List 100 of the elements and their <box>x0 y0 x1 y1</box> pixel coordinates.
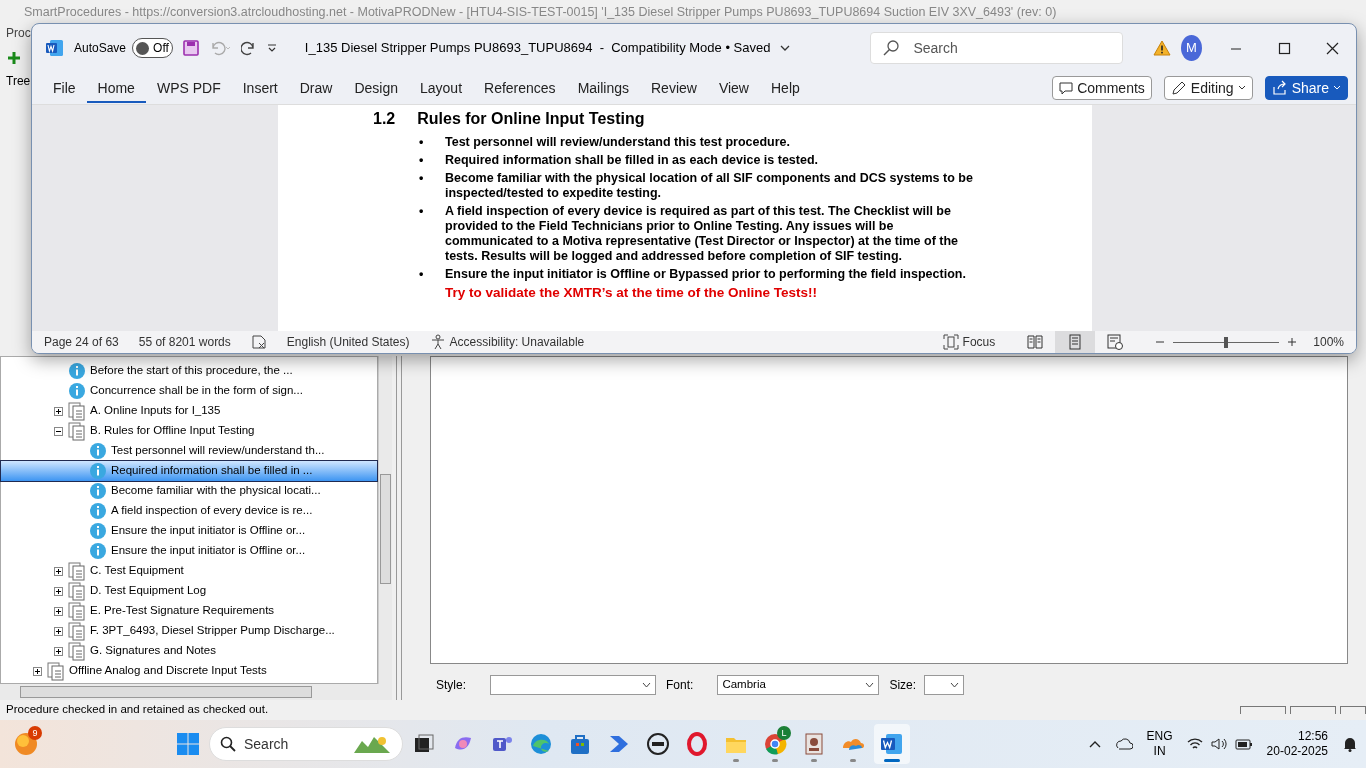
tree-item[interactable]: Test personnel will review/understand th... <box>1 441 377 461</box>
expander-icon[interactable] <box>53 606 63 616</box>
clock-time[interactable]: 12:56 <box>1297 729 1328 744</box>
tree-item[interactable]: Before the start of this procedure, the ... <box>1 361 377 381</box>
wave-circle-icon[interactable] <box>529 732 553 756</box>
add-icon[interactable] <box>8 52 20 64</box>
tree-item[interactable]: Become familiar with the physical locati... <box>1 481 377 501</box>
zoom-in-icon[interactable] <box>1287 337 1298 347</box>
tree-item[interactable]: Offline Analog and Discrete Input Tests <box>1 661 377 681</box>
expander-icon[interactable] <box>53 426 63 436</box>
window-title: SmartProcedures - https://conversion3.atrcloudhosting.net - MotivaPRODNew - [HTU4-SIS-TEST-0015] 'I_135 Diesel Stripper Pumps PU8693_TUPU8694 Suction EIV 3XV_6493' (rev: 0) <box>24 4 1057 21</box>
word-logo-icon[interactable] <box>46 39 64 57</box>
font-dropdown[interactable]: Cambria <box>717 675 880 695</box>
input-language[interactable]: ENG <box>1146 729 1173 744</box>
ribbon-tab[interactable]: File <box>42 73 87 103</box>
note-text: Try to validate the XMTR’s at the time of the Online Tests!! <box>445 285 818 300</box>
expander-icon[interactable] <box>53 566 63 576</box>
language[interactable]: English (United States) <box>286 333 410 351</box>
document-icon <box>68 621 86 641</box>
speaker-icon[interactable] <box>1210 737 1227 751</box>
close-icon[interactable] <box>1324 40 1340 56</box>
maximize-icon[interactable] <box>1276 40 1292 56</box>
bag-icon[interactable] <box>568 732 592 756</box>
focus-icon[interactable] <box>942 334 959 350</box>
zoom-level[interactable]: 100% <box>1313 333 1344 351</box>
expander-icon[interactable] <box>32 666 42 676</box>
colored-circle-icon[interactable] <box>763 732 787 756</box>
ribbon-tab[interactable]: Design <box>343 73 409 103</box>
bullet-marker: • <box>419 267 425 282</box>
ribbon-tab[interactable]: Mailings <box>566 73 640 103</box>
ribbon-tab[interactable]: Draw <box>288 73 344 103</box>
accessibility-icon[interactable] <box>429 334 446 350</box>
wifi-icon[interactable] <box>1186 737 1203 751</box>
style-dropdown[interactable] <box>490 675 656 695</box>
save-icon[interactable] <box>182 40 199 56</box>
ribbon-tab[interactable]: Review <box>640 73 708 103</box>
chevron-up-icon[interactable] <box>1088 740 1101 748</box>
menu-item[interactable]: Proc <box>6 26 31 40</box>
tree-item[interactable]: D. Test Equipment Log <box>1 581 377 601</box>
ribbon-tab[interactable]: References <box>473 73 567 103</box>
ring-icon[interactable] <box>685 732 709 756</box>
info-icon <box>89 482 107 500</box>
search-field[interactable]: Search <box>209 727 403 761</box>
tree-item[interactable]: E. Pre-Test Signature Requirements <box>1 601 377 621</box>
proofing-icon[interactable] <box>250 334 267 350</box>
ribbon-tab[interactable]: Home <box>86 73 146 103</box>
ribbon-tab[interactable]: Insert <box>231 73 289 103</box>
warning-icon[interactable] <box>1152 40 1171 56</box>
running-indicator <box>733 759 739 762</box>
id-card-icon[interactable] <box>802 732 826 756</box>
comment-icon <box>1059 81 1074 95</box>
expander-icon[interactable] <box>53 586 63 596</box>
battery-icon[interactable] <box>1234 737 1253 751</box>
notification-badge: L <box>777 726 791 740</box>
redo-icon[interactable] <box>240 40 257 56</box>
accessibility-status[interactable]: Accessibility: Unavailable <box>449 333 585 351</box>
tree-item[interactable]: F. 3PT_6493, Diesel Stripper Pump Discharge... <box>1 621 377 641</box>
expander-icon[interactable] <box>53 626 63 636</box>
tree-item[interactable]: G. Signatures and Notes <box>1 641 377 661</box>
notification-bell-icon[interactable] <box>1342 736 1358 752</box>
ribbon-tab[interactable]: View <box>707 73 760 103</box>
vertical-scrollbar[interactable] <box>378 356 392 684</box>
word-logo-icon[interactable] <box>880 732 904 756</box>
ribbon-tab[interactable]: WPS PDF <box>145 73 232 103</box>
tree-item[interactable]: Ensure the input initiator is Offline or... <box>1 541 377 561</box>
caret-icon <box>865 682 875 688</box>
expander-icon[interactable] <box>53 406 63 416</box>
search-field[interactable]: Search <box>870 32 1123 64</box>
autosave-toggle[interactable]: Off <box>132 38 173 58</box>
word-count[interactable]: 55 of 8201 words <box>138 333 231 351</box>
expander-icon[interactable] <box>53 646 63 656</box>
circle-logo-icon[interactable] <box>646 732 670 756</box>
ribbon-tab[interactable]: Layout <box>409 73 474 103</box>
input-region[interactable]: IN <box>1153 744 1166 759</box>
tree-item[interactable]: B. Rules for Offline Input Testing <box>1 421 377 441</box>
horizontal-scrollbar[interactable] <box>0 684 392 700</box>
avatar[interactable]: M <box>1180 35 1202 61</box>
print-layout-icon-button[interactable] <box>1055 331 1096 353</box>
document-title: I_135 Diesel Stripper Pumps PU8693_TUPU8694 - Compatibility Mode • Saved <box>304 39 771 58</box>
editing-button[interactable]: Editing <box>1163 76 1253 100</box>
caret-icon <box>1237 85 1246 91</box>
tree-item[interactable]: Concurrence shall be in the form of sign... <box>1 381 377 401</box>
page-count[interactable]: Page 24 of 63 <box>44 333 119 351</box>
share-icon <box>1271 80 1288 96</box>
comments-button[interactable]: Comments <box>1052 76 1152 100</box>
tree-item[interactable]: Ensure the input initiator is Offline or... <box>1 521 377 541</box>
tree-item[interactable]: A. Online Inputs for I_135 <box>1 401 377 421</box>
size-dropdown[interactable] <box>924 675 965 695</box>
ribbon-tab[interactable]: Help <box>760 73 811 103</box>
windows-logo-icon[interactable] <box>176 732 200 756</box>
tree-item[interactable]: A field inspection of every device is re... <box>1 501 377 521</box>
share-button[interactable]: Share <box>1264 76 1348 100</box>
caret-icon[interactable] <box>780 44 791 52</box>
clock-date[interactable]: 20-02-2025 <box>1266 744 1328 759</box>
tree-item[interactable]: Required information shall be filled in ... <box>1 461 377 481</box>
cloud-sync-icon[interactable] <box>1114 736 1133 752</box>
tree-item[interactable]: C. Test Equipment <box>1 561 377 581</box>
focus-mode[interactable]: Focus <box>962 333 996 351</box>
weather-icon[interactable] <box>13 731 39 757</box>
customize-caret-icon[interactable] <box>266 43 277 53</box>
